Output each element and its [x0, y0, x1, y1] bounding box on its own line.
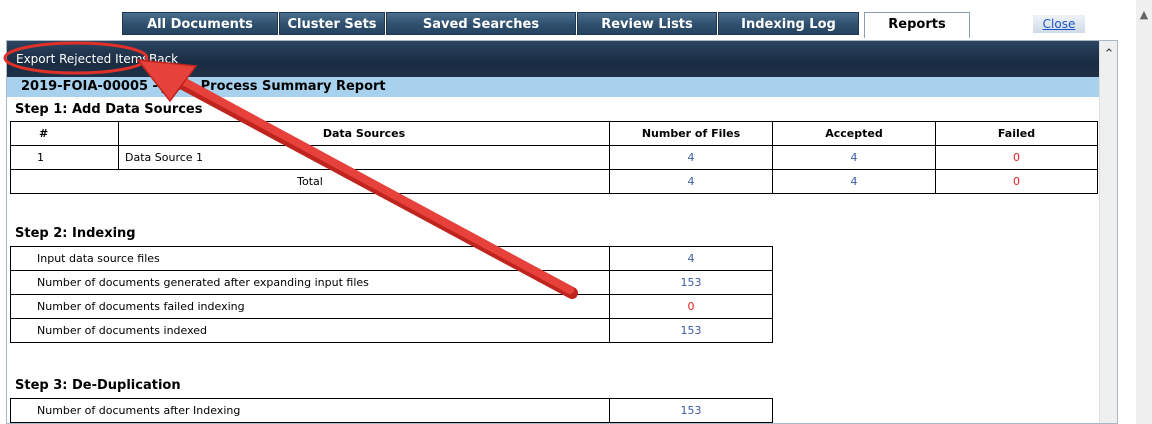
- table-row: Number of documents failed indexing 0: [10, 294, 773, 319]
- report-toolbar: Export Rejected Items Back: [7, 41, 1099, 77]
- row-label: Input data source files: [10, 246, 610, 271]
- report-title: 2019-FOIA-00005 - JER - Process Summary …: [7, 77, 1099, 97]
- col-number-of-files-header: Number of Files: [609, 121, 773, 146]
- tab-review-lists[interactable]: Review Lists: [577, 12, 717, 35]
- row-value[interactable]: 153: [609, 398, 773, 423]
- step1-title: Step 1: Add Data Sources: [15, 102, 203, 117]
- col-data-sources-header: Data Sources: [118, 121, 610, 146]
- col-index-header: #: [10, 121, 119, 146]
- scroll-up-icon[interactable]: ▲: [1136, 8, 1152, 21]
- table-row: Number of documents generated after expa…: [10, 270, 773, 295]
- cell-total-accepted[interactable]: 4: [772, 169, 936, 194]
- indexing-table: Input data source files 4 Number of docu…: [10, 246, 773, 343]
- tab-indexing-log[interactable]: Indexing Log: [718, 12, 859, 35]
- table-row: 1 Data Source 1 4 4 0: [10, 145, 1098, 170]
- row-label: Number of documents failed indexing: [10, 294, 610, 319]
- cell-source: Data Source 1: [118, 145, 610, 170]
- table-row: Number of documents indexed 153: [10, 318, 773, 343]
- cell-files[interactable]: 4: [609, 145, 773, 170]
- close-link[interactable]: Close: [1033, 15, 1085, 33]
- cell-total-label: Total: [10, 169, 610, 194]
- export-rejected-items-button[interactable]: Export Rejected Items: [16, 52, 149, 66]
- report-scrollbar[interactable]: ⌃: [1099, 41, 1117, 423]
- step2-title: Step 2: Indexing: [15, 226, 136, 241]
- chevron-up-icon[interactable]: ⌃: [1100, 47, 1117, 62]
- tab-reports[interactable]: Reports: [864, 12, 970, 38]
- report-frame: Export Rejected Items Back 2019-FOIA-000…: [6, 40, 1118, 424]
- back-button[interactable]: Back: [149, 52, 178, 66]
- tab-all-documents[interactable]: All Documents: [122, 12, 278, 35]
- row-value[interactable]: 4: [609, 246, 773, 271]
- cell-total-files[interactable]: 4: [609, 169, 773, 194]
- tab-saved-searches[interactable]: Saved Searches: [386, 12, 576, 35]
- table-total-row: Total 4 4 0: [10, 169, 1098, 194]
- row-value[interactable]: 0: [609, 294, 773, 319]
- col-failed-header: Failed: [935, 121, 1098, 146]
- tab-cluster-sets[interactable]: Cluster Sets: [279, 12, 385, 35]
- table-row: Number of documents after Indexing 153: [10, 398, 773, 423]
- row-label: Number of documents indexed: [10, 318, 610, 343]
- window-scrollbar[interactable]: ▲: [1136, 0, 1152, 424]
- cell-accepted[interactable]: 4: [772, 145, 936, 170]
- col-accepted-header: Accepted: [772, 121, 936, 146]
- cell-total-failed[interactable]: 0: [935, 169, 1098, 194]
- row-value[interactable]: 153: [609, 318, 773, 343]
- row-label: Number of documents after Indexing: [10, 398, 610, 423]
- row-value[interactable]: 153: [609, 270, 773, 295]
- deduplication-table: Number of documents after Indexing 153: [10, 398, 773, 423]
- table-row: Input data source files 4: [10, 246, 773, 271]
- cell-failed[interactable]: 0: [935, 145, 1098, 170]
- data-sources-table: # Data Sources Number of Files Accepted …: [10, 121, 1098, 194]
- cell-index: 1: [10, 145, 119, 170]
- row-label: Number of documents generated after expa…: [10, 270, 610, 295]
- step3-title: Step 3: De-Duplication: [15, 378, 181, 393]
